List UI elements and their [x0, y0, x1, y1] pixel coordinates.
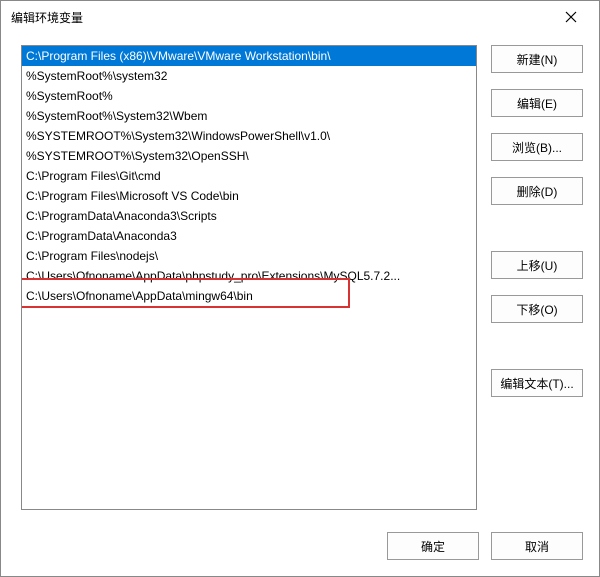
browse-button[interactable]: 浏览(B)... [491, 133, 583, 161]
delete-button[interactable]: 删除(D) [491, 177, 583, 205]
cancel-button[interactable]: 取消 [491, 532, 583, 560]
path-list-row[interactable]: C:\ProgramData\Anaconda3 [22, 226, 476, 246]
ok-button[interactable]: 确定 [387, 532, 479, 560]
edit-text-button[interactable]: 编辑文本(T)... [491, 369, 583, 397]
path-list-row[interactable]: %SystemRoot%\System32\Wbem [22, 106, 476, 126]
path-list-row[interactable]: C:\Users\Ofnoname\AppData\mingw64\bin [22, 286, 476, 306]
dialog-footer: 确定 取消 [1, 520, 599, 576]
path-listbox[interactable]: C:\Program Files (x86)\VMware\VMware Wor… [21, 45, 477, 510]
dialog-content: C:\Program Files (x86)\VMware\VMware Wor… [1, 33, 599, 520]
move-up-button[interactable]: 上移(U) [491, 251, 583, 279]
edit-env-var-dialog: 编辑环境变量 C:\Program Files (x86)\VMware\VMw… [0, 0, 600, 577]
path-list-row[interactable]: %SYSTEMROOT%\System32\WindowsPowerShell\… [22, 126, 476, 146]
path-list-row[interactable]: C:\Program Files (x86)\VMware\VMware Wor… [22, 46, 476, 66]
titlebar: 编辑环境变量 [1, 1, 599, 33]
new-button[interactable]: 新建(N) [491, 45, 583, 73]
path-list-row[interactable]: %SystemRoot% [22, 86, 476, 106]
path-list-row[interactable]: C:\Program Files\nodejs\ [22, 246, 476, 266]
move-down-button[interactable]: 下移(O) [491, 295, 583, 323]
path-list-row[interactable]: C:\ProgramData\Anaconda3\Scripts [22, 206, 476, 226]
path-list-row[interactable]: %SYSTEMROOT%\System32\OpenSSH\ [22, 146, 476, 166]
path-list-row[interactable]: C:\Program Files\Microsoft VS Code\bin [22, 186, 476, 206]
dialog-title: 编辑环境变量 [11, 9, 83, 26]
edit-button[interactable]: 编辑(E) [491, 89, 583, 117]
close-button[interactable] [551, 5, 591, 29]
button-column: 新建(N) 编辑(E) 浏览(B)... 删除(D) 上移(U) 下移(O) 编… [491, 45, 583, 510]
path-list-row[interactable]: %SystemRoot%\system32 [22, 66, 476, 86]
path-list-row[interactable]: C:\Program Files\Git\cmd [22, 166, 476, 186]
close-icon [565, 11, 577, 23]
path-list-row[interactable]: C:\Users\Ofnoname\AppData\phpstudy_pro\E… [22, 266, 476, 286]
